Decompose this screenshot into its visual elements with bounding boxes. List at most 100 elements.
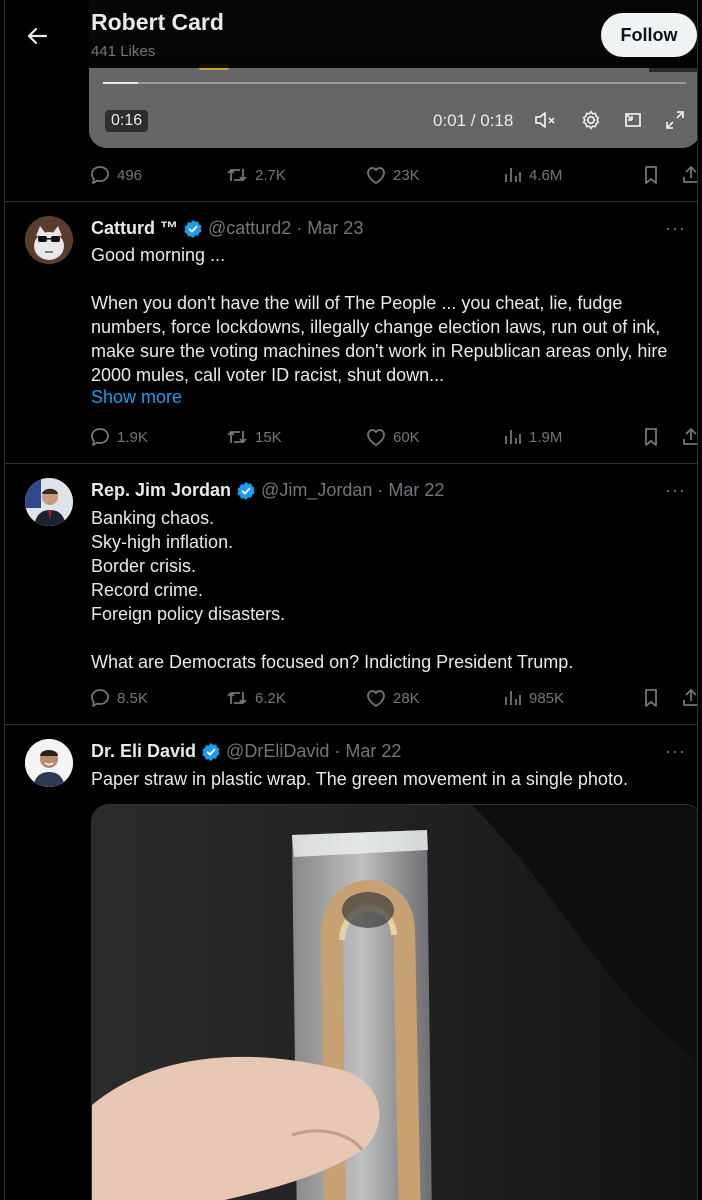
share-button[interactable]	[681, 683, 697, 713]
share-icon	[683, 689, 697, 706]
repost-count: 6.2K	[255, 689, 286, 707]
tweet-header: Rep. Jim Jordan @Jim_Jordan · Mar 22	[91, 480, 444, 501]
tweet-line: What are Democrats focused on? Indicting…	[91, 652, 574, 672]
video-duration-chip: 0:16	[105, 110, 149, 132]
mute-icon[interactable]	[531, 106, 559, 134]
views-button[interactable]: 985K	[503, 683, 564, 713]
video-progress-bar[interactable]	[103, 82, 686, 84]
share-button[interactable]	[681, 422, 697, 452]
views-button[interactable]: 4.6M	[503, 160, 562, 190]
reply-icon	[91, 166, 109, 184]
fullscreen-icon[interactable]	[661, 106, 689, 134]
timeline: 0:16 0:01 / 0:18 Robert Card 441 Likes F…	[4, 0, 698, 1200]
bookmark-button[interactable]	[641, 683, 661, 713]
heart-icon	[367, 429, 385, 446]
share-icon	[683, 166, 697, 183]
reply-count: 8.5K	[117, 689, 148, 707]
repost-button[interactable]: 2.7K	[225, 160, 286, 190]
author-handle[interactable]: @DrEliDavid	[226, 741, 329, 762]
author-handle[interactable]: @catturd2	[208, 218, 291, 239]
tweet-photo[interactable]	[91, 804, 697, 1200]
tweet-date[interactable]: · Mar 22	[377, 480, 444, 501]
repost-count: 15K	[255, 428, 282, 446]
heart-icon	[367, 167, 385, 184]
bookmark-icon	[645, 166, 657, 184]
tweet-date[interactable]: · Mar 23	[296, 218, 363, 239]
like-count: 60K	[393, 428, 420, 446]
repost-button[interactable]: 6.2K	[225, 683, 286, 713]
divider	[5, 724, 697, 725]
like-count: 23K	[393, 166, 420, 184]
bookmark-icon	[645, 428, 657, 446]
reply-count: 1.9K	[117, 428, 148, 446]
cat-avatar-icon	[25, 216, 73, 264]
tweet-line: Paper straw in plastic wrap. The green m…	[91, 769, 628, 789]
like-button[interactable]: 23K	[365, 160, 420, 190]
tweet-actions: 8.5K 6.2K 28K 985K	[89, 683, 697, 713]
video-time-readout: 0:01 / 0:18	[433, 111, 514, 130]
bookmark-icon	[645, 689, 657, 707]
tweet-line: 2000 mules, call voter ID racist, shut d…	[91, 365, 445, 385]
settings-gear-icon[interactable]	[577, 106, 605, 134]
avatar[interactable]	[25, 216, 73, 264]
tweet-text: Banking chaos. Sky-high inflation. Borde…	[91, 506, 691, 674]
views-chart-icon	[505, 691, 521, 705]
like-count: 28K	[393, 689, 420, 707]
reply-icon	[91, 689, 109, 707]
portrait-avatar-icon	[25, 478, 73, 526]
author-name[interactable]: Dr. Eli David	[91, 741, 196, 762]
repost-icon	[227, 692, 247, 704]
divider	[5, 463, 697, 464]
views-chart-icon	[505, 430, 521, 444]
bookmark-button[interactable]	[641, 422, 661, 452]
tweet-header: Dr. Eli David @DrEliDavid · Mar 22	[91, 741, 401, 762]
tweet-line: When you don't have the will of The Peop…	[91, 293, 623, 313]
tweet-line: Record crime.	[91, 580, 204, 600]
avatar[interactable]	[25, 478, 73, 526]
profile-name: Robert Card	[91, 9, 224, 35]
tweet-date[interactable]: · Mar 22	[334, 741, 401, 762]
show-more-link[interactable]: Show more	[91, 387, 182, 408]
portrait-avatar-icon	[25, 739, 73, 787]
tweet-line: Border crisis.	[91, 556, 197, 576]
author-name[interactable]: Catturd ™	[91, 218, 178, 239]
views-chart-icon	[505, 168, 521, 182]
reply-button[interactable]: 8.5K	[89, 683, 148, 713]
like-button[interactable]: 60K	[365, 422, 420, 452]
follow-button[interactable]: Follow	[601, 13, 697, 57]
tweet-line: Foreign policy disasters.	[91, 604, 286, 624]
repost-button[interactable]: 15K	[225, 422, 282, 452]
tweet-line: make sure the voting machines don't work…	[91, 341, 668, 361]
bookmark-button[interactable]	[641, 160, 661, 190]
tweet-text: Good morning ... When you don't have the…	[91, 243, 691, 387]
share-button[interactable]	[681, 160, 697, 190]
tweet-line: numbers, force lockdowns, illegally chan…	[91, 317, 661, 337]
tweet-line: Banking chaos.	[91, 508, 215, 528]
tweet-actions: 496 2.7K 23K 4.6M	[89, 160, 697, 190]
author-name[interactable]: Rep. Jim Jordan	[91, 480, 231, 501]
back-arrow-icon[interactable]	[19, 18, 55, 54]
like-button[interactable]: 28K	[365, 683, 420, 713]
pip-icon[interactable]	[619, 106, 647, 134]
profile-header: Robert Card 441 Likes Follow	[5, 0, 697, 68]
tweet-line	[91, 267, 691, 291]
more-options-icon[interactable]: ···	[665, 741, 689, 761]
tweet-line: Sky-high inflation.	[91, 532, 234, 552]
more-options-icon[interactable]: ···	[665, 218, 689, 238]
tweet-line: Good morning ...	[91, 245, 226, 265]
repost-icon	[227, 431, 247, 443]
reply-button[interactable]: 1.9K	[89, 422, 148, 452]
more-options-icon[interactable]: ···	[665, 480, 689, 500]
avatar[interactable]	[25, 739, 73, 787]
author-handle[interactable]: @Jim_Jordan	[261, 480, 372, 501]
reply-icon	[91, 428, 109, 446]
verified-badge-icon	[184, 219, 202, 238]
reply-button[interactable]: 496	[89, 160, 142, 190]
verified-badge-icon	[237, 481, 255, 500]
views-button[interactable]: 1.9M	[503, 422, 562, 452]
tweet-line	[91, 626, 691, 650]
heart-icon	[367, 690, 385, 707]
views-count: 4.6M	[529, 166, 563, 184]
repost-count: 2.7K	[255, 166, 286, 184]
share-icon	[683, 428, 697, 445]
